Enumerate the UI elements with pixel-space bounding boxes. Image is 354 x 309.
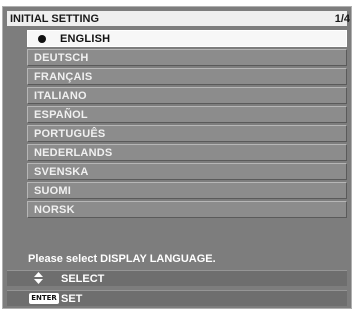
language-label: DEUTSCH — [34, 52, 89, 64]
enter-key-icon: ENTER — [29, 293, 59, 304]
language-label: ESPAÑOL — [34, 109, 88, 121]
language-item-deutsch[interactable]: DEUTSCH — [27, 49, 347, 66]
language-label: ITALIANO — [34, 90, 87, 102]
select-label: SELECT — [61, 273, 105, 285]
language-label: PORTUGUÊS — [34, 128, 106, 140]
language-item-norsk[interactable]: NORSK — [27, 201, 347, 218]
up-down-arrows-icon — [34, 272, 43, 284]
page-indicator: 1/4 — [334, 13, 350, 25]
language-item-svenska[interactable]: SVENSKA — [27, 163, 347, 180]
selected-bullet-icon — [38, 35, 46, 43]
language-item-suomi[interactable]: SUOMI — [27, 182, 347, 199]
language-label: NORSK — [34, 204, 75, 216]
language-label: ENGLISH — [60, 33, 111, 45]
language-label: FRANÇAIS — [34, 71, 93, 83]
dialog-title: INITIAL SETTING — [10, 13, 100, 25]
instruction-message: Please select DISPLAY LANGUAGE. — [28, 253, 216, 265]
language-label: SVENSKA — [34, 166, 89, 178]
language-label: SUOMI — [34, 185, 72, 197]
language-item-francais[interactable]: FRANÇAIS — [27, 68, 347, 85]
set-label: SET — [61, 293, 83, 305]
language-label: NEDERLANDS — [34, 147, 113, 159]
language-list: ENGLISH DEUTSCH FRANÇAIS ITALIANO ESPAÑO… — [27, 30, 347, 220]
language-item-nederlands[interactable]: NEDERLANDS — [27, 144, 347, 161]
language-item-italiano[interactable]: ITALIANO — [27, 87, 347, 104]
language-item-english[interactable]: ENGLISH — [27, 30, 347, 47]
language-item-espanol[interactable]: ESPAÑOL — [27, 106, 347, 123]
initial-setting-dialog: INITIAL SETTING 1/4 ENGLISH DEUTSCH FRAN… — [2, 6, 352, 309]
select-hint-row: SELECT — [7, 270, 347, 286]
dialog-header: INITIAL SETTING 1/4 — [7, 11, 350, 26]
set-hint-row: ENTER SET — [7, 290, 347, 306]
language-item-portugues[interactable]: PORTUGUÊS — [27, 125, 347, 142]
